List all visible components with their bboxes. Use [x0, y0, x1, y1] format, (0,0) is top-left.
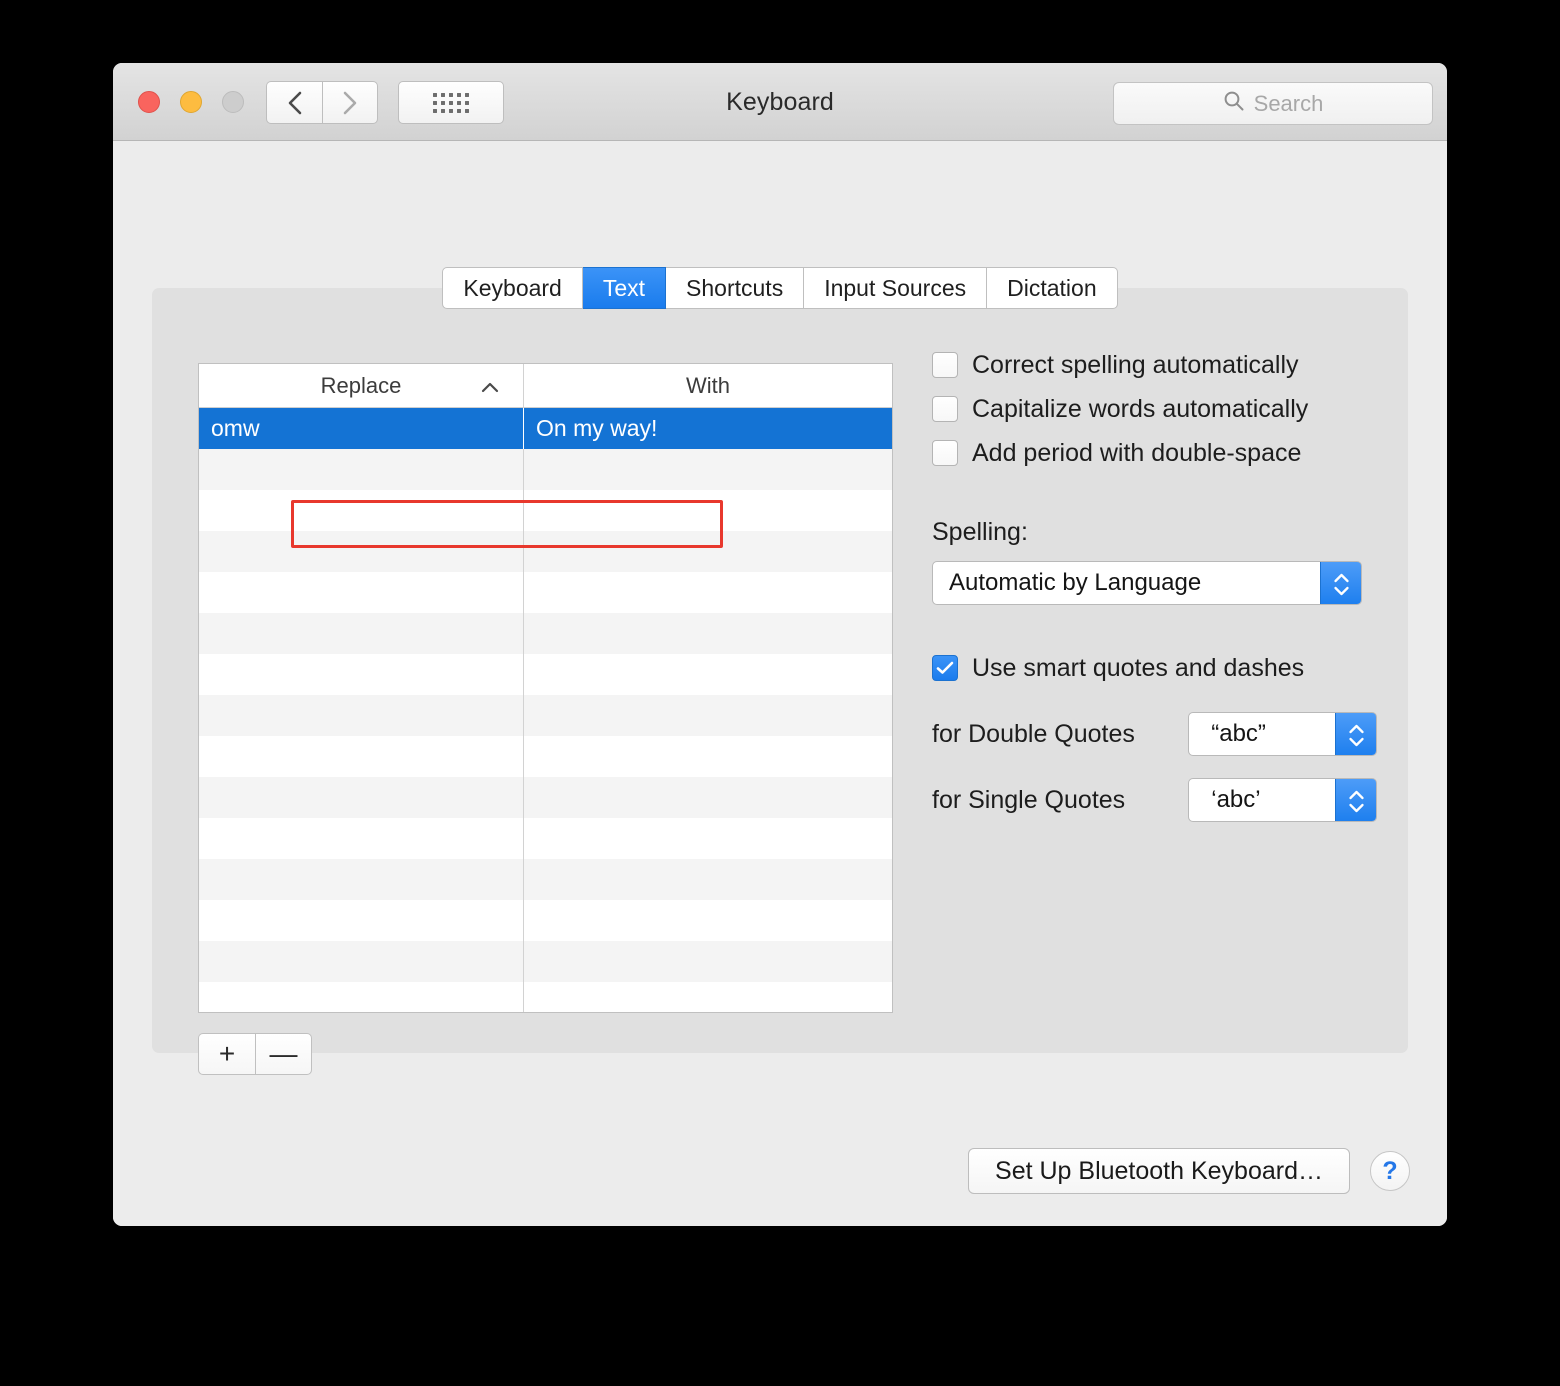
cell-replace [199, 941, 524, 982]
single-quotes-label: for Single Quotes [932, 785, 1126, 814]
cell-replace [199, 900, 524, 941]
window-footer: Set Up Bluetooth Keyboard… ? [968, 1148, 1410, 1194]
cell-with [524, 654, 892, 695]
cell-with [524, 941, 892, 982]
cell-with [524, 695, 892, 736]
add-period-checkbox[interactable] [932, 440, 958, 466]
cell-with [524, 531, 892, 572]
cell-with [524, 900, 892, 941]
tab-keyboard[interactable]: Keyboard [442, 267, 583, 309]
cell-with [524, 859, 892, 900]
cell-replace [199, 490, 524, 531]
tab-shortcuts[interactable]: Shortcuts [666, 267, 805, 309]
text-preferences-panel: Replace With omw On my way! + — Correct … [152, 288, 1408, 1075]
search-input[interactable]: Search [1113, 82, 1433, 125]
table-row[interactable] [199, 982, 892, 1012]
table-row[interactable] [199, 490, 892, 531]
column-header-replace[interactable]: Replace [199, 364, 524, 407]
cell-with [524, 736, 892, 777]
system-preferences-window: Keyboard Search Keyboard Text Shortcuts … [113, 63, 1447, 1226]
single-quotes-popup-button[interactable]: ‘abc’ [1188, 778, 1377, 822]
tab-input-sources[interactable]: Input Sources [804, 267, 988, 309]
remove-replacement-button[interactable]: — [255, 1033, 312, 1075]
checkbox-row-correct-spelling[interactable]: Correct spelling automatically [932, 343, 1377, 387]
table-row[interactable] [199, 859, 892, 900]
cell-replace [199, 572, 524, 613]
cell-replace [199, 859, 524, 900]
cell-with [524, 777, 892, 818]
cell-replace [199, 695, 524, 736]
single-quotes-value: ‘abc’ [1211, 786, 1261, 813]
text-options-column: Correct spelling automatically Capitaliz… [932, 343, 1377, 822]
table-row[interactable] [199, 818, 892, 859]
double-quotes-label: for Double Quotes [932, 719, 1135, 748]
checkbox-row-capitalize-words[interactable]: Capitalize words automatically [932, 387, 1377, 431]
cell-replace [199, 613, 524, 654]
cell-replace [199, 982, 524, 1012]
cell-with: On my way! [536, 415, 658, 441]
checkmark-icon [936, 661, 954, 674]
cell-with [524, 818, 892, 859]
double-quotes-stepper-icon[interactable] [1335, 713, 1377, 755]
table-row[interactable] [199, 613, 892, 654]
cell-with [524, 490, 892, 531]
table-row[interactable] [199, 572, 892, 613]
cell-with [524, 572, 892, 613]
cell-replace [199, 736, 524, 777]
spelling-label: Spelling: [932, 518, 1028, 546]
cell-with [524, 982, 892, 1012]
single-quotes-row: for Single Quotes ‘abc’ [932, 778, 1377, 822]
capitalize-words-checkbox[interactable] [932, 396, 958, 422]
spelling-popup-button[interactable]: Automatic by Language [932, 561, 1362, 605]
cell-with [524, 613, 892, 654]
smart-quotes-label: Use smart quotes and dashes [972, 653, 1305, 682]
table-row[interactable] [199, 736, 892, 777]
window-content: Keyboard Text Shortcuts Input Sources Di… [113, 141, 1447, 1226]
spelling-value: Automatic by Language [949, 569, 1202, 596]
preference-tab-bar: Keyboard Text Shortcuts Input Sources Di… [113, 267, 1447, 309]
help-button[interactable]: ? [1370, 1151, 1410, 1191]
column-header-replace-label: Replace [320, 372, 402, 398]
table-row[interactable] [199, 900, 892, 941]
spelling-stepper-icon[interactable] [1320, 562, 1361, 604]
cell-replace [199, 818, 524, 859]
window-titlebar: Keyboard Search [113, 63, 1447, 141]
table-header-row: Replace With [199, 364, 892, 408]
cell-replace [199, 449, 524, 490]
column-header-with[interactable]: With [524, 364, 892, 407]
table-row[interactable] [199, 654, 892, 695]
set-up-bluetooth-keyboard-button[interactable]: Set Up Bluetooth Keyboard… [968, 1148, 1350, 1194]
text-replacement-table[interactable]: Replace With omw On my way! [198, 363, 893, 1013]
checkbox-row-smart-quotes[interactable]: Use smart quotes and dashes [932, 646, 1377, 690]
table-row[interactable] [199, 695, 892, 736]
table-row[interactable]: omw On my way! [199, 408, 892, 449]
capitalize-words-label: Capitalize words automatically [972, 394, 1309, 423]
add-replacement-button[interactable]: + [198, 1033, 255, 1075]
cell-replace [199, 777, 524, 818]
search-placeholder: Search [1253, 90, 1324, 116]
cell-replace [199, 654, 524, 695]
column-header-with-label: With [686, 372, 730, 398]
tab-dictation[interactable]: Dictation [987, 267, 1118, 309]
table-row[interactable] [199, 941, 892, 982]
table-edit-buttons: + — [198, 1033, 312, 1075]
double-quotes-row: for Double Quotes “abc” [932, 712, 1377, 756]
tab-text[interactable]: Text [582, 267, 667, 309]
table-row[interactable] [199, 777, 892, 818]
double-quotes-popup-button[interactable]: “abc” [1188, 712, 1377, 756]
cell-replace [199, 531, 524, 572]
table-row[interactable] [199, 531, 892, 572]
cell-replace: omw [199, 408, 524, 449]
table-row[interactable] [199, 449, 892, 490]
add-period-label: Add period with double-space [972, 438, 1302, 467]
smart-quotes-checkbox[interactable] [932, 655, 958, 681]
correct-spelling-checkbox[interactable] [932, 352, 958, 378]
correct-spelling-label: Correct spelling automatically [972, 350, 1299, 379]
sort-ascending-icon [481, 373, 499, 399]
checkbox-row-add-period[interactable]: Add period with double-space [932, 431, 1377, 475]
single-quotes-stepper-icon[interactable] [1335, 779, 1377, 821]
search-icon [1223, 90, 1245, 117]
double-quotes-value: “abc” [1211, 720, 1266, 747]
cell-with [524, 449, 892, 490]
